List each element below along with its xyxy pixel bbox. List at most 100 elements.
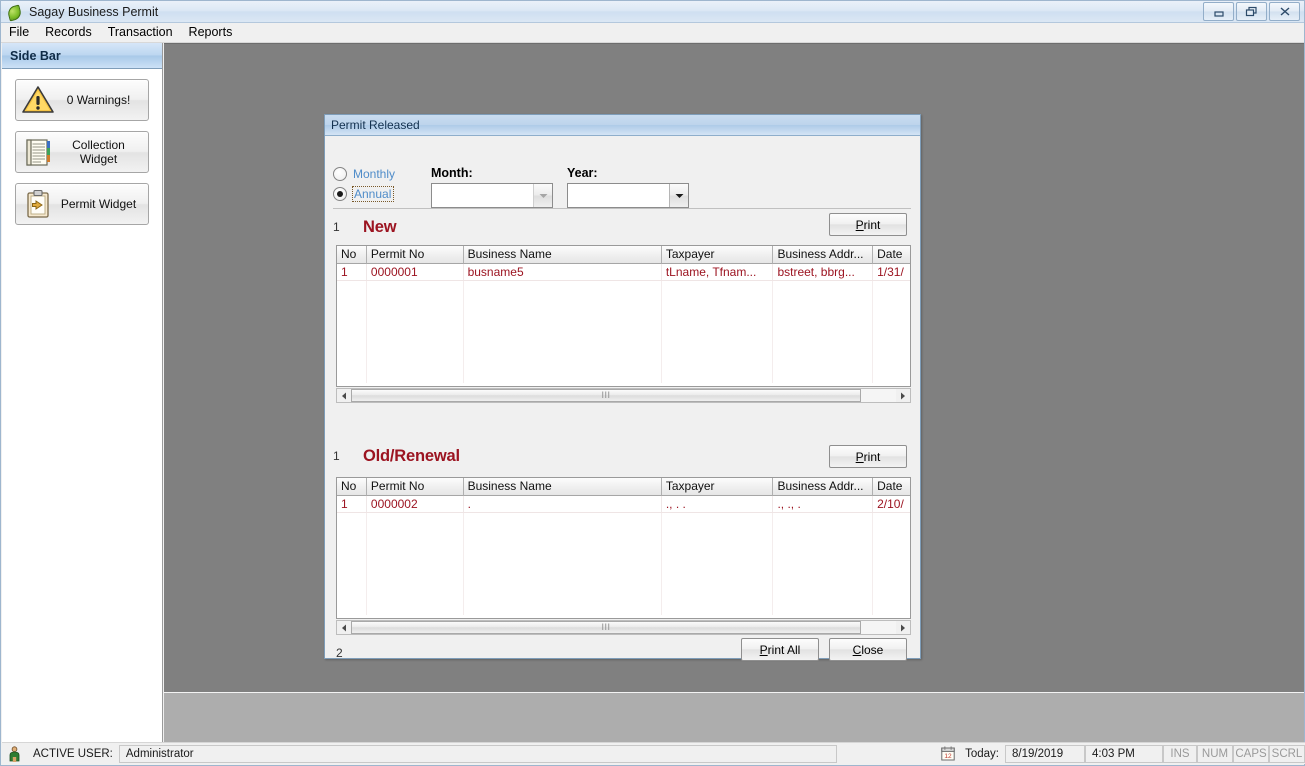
radio-annual-indicator[interactable] <box>333 187 347 201</box>
cell-business-address: bstreet, bbrg... <box>773 264 873 280</box>
hscroll-track[interactable]: III <box>351 389 896 402</box>
today-date: 8/19/2019 <box>1005 745 1085 763</box>
column-header-taxpayer[interactable]: Taxpayer <box>662 246 774 264</box>
table-row[interactable] <box>337 581 910 598</box>
column-header-business-address[interactable]: Business Addr... <box>773 478 873 496</box>
column-header-taxpayer[interactable]: Taxpayer <box>662 478 774 496</box>
column-header-no[interactable]: No <box>337 478 367 496</box>
radio-annual-label: Annual <box>353 187 393 201</box>
menu-bar: File Records Transaction Reports <box>1 23 1304 43</box>
indicator-caps: CAPS <box>1233 745 1269 763</box>
menu-records[interactable]: Records <box>37 23 100 42</box>
print-old-renewal-button[interactable]: Print <box>829 445 907 468</box>
column-header-no[interactable]: No <box>337 246 367 264</box>
column-header-permit-no[interactable]: Permit No <box>367 478 464 496</box>
application-window: Sagay Business Permit File Records Trans… <box>0 0 1305 766</box>
table-row[interactable] <box>337 564 910 581</box>
grid-old-renewal-header: No Permit No Business Name Taxpayer Busi… <box>337 478 910 496</box>
radio-monthly[interactable]: Monthly <box>333 164 443 184</box>
month-label: Month: <box>431 166 553 180</box>
scroll-right-icon[interactable] <box>896 389 910 402</box>
hscroll-thumb[interactable]: III <box>351 621 861 634</box>
notebook-icon <box>21 135 55 169</box>
total-count: 2 <box>336 646 343 660</box>
close-button[interactable] <box>1269 2 1300 21</box>
grid-new-hscrollbar[interactable]: III <box>336 388 911 403</box>
sidebar-item-permit-widget-label: Permit Widget <box>55 197 148 211</box>
print-all-button[interactable]: Print All <box>741 638 819 661</box>
grid-old-renewal[interactable]: No Permit No Business Name Taxpayer Busi… <box>336 477 911 619</box>
sidebar-item-warnings[interactable]: 0 Warnings! <box>15 79 149 121</box>
minimize-button[interactable] <box>1203 2 1234 21</box>
active-user-label: ACTIVE USER: <box>27 745 119 763</box>
table-row[interactable] <box>337 298 910 315</box>
sidebar-item-permit-widget[interactable]: Permit Widget <box>15 183 149 225</box>
sidebar-item-collection-widget[interactable]: Collection Widget <box>15 131 149 173</box>
year-label: Year: <box>567 166 689 180</box>
table-row[interactable]: 1 0000002 . ., . . ., ., . 2/10/ <box>337 496 910 513</box>
divider <box>333 208 911 209</box>
radio-annual[interactable]: Annual <box>333 184 443 204</box>
chevron-down-icon[interactable] <box>533 184 552 207</box>
year-combo[interactable] <box>567 183 689 208</box>
table-row[interactable] <box>337 349 910 366</box>
restore-button[interactable] <box>1236 2 1267 21</box>
year-field: Year: <box>567 166 689 208</box>
column-header-date[interactable]: Date <box>873 478 910 496</box>
table-row[interactable] <box>337 530 910 547</box>
hscroll-thumb[interactable]: III <box>351 389 861 402</box>
table-row[interactable] <box>337 513 910 530</box>
sidebar-item-collection-widget-label: Collection Widget <box>55 138 148 166</box>
scroll-right-icon[interactable] <box>896 621 910 634</box>
column-header-permit-no[interactable]: Permit No <box>367 246 464 264</box>
close-button-dialog[interactable]: Close <box>829 638 907 661</box>
sidebar-item-warnings-label: 0 Warnings! <box>55 93 148 107</box>
cell-no: 1 <box>337 264 367 280</box>
section-old-renewal-header: 1 Old/Renewal <box>333 443 911 469</box>
month-combo[interactable] <box>431 183 553 208</box>
side-bar: Side Bar 0 Warnings! <box>2 43 163 743</box>
table-row[interactable]: 1 0000001 busname5 tLname, Tfnam... bstr… <box>337 264 910 281</box>
window-title: Sagay Business Permit <box>29 5 1203 19</box>
menu-transaction[interactable]: Transaction <box>100 23 181 42</box>
section-old-renewal-title: Old/Renewal <box>363 447 460 466</box>
table-row[interactable] <box>337 598 910 615</box>
table-row[interactable] <box>337 366 910 383</box>
cell-permit-no: 0000002 <box>367 496 464 512</box>
section-new-count: 1 <box>333 220 363 234</box>
leaf-icon <box>6 4 22 20</box>
chevron-down-icon[interactable] <box>669 184 688 207</box>
grid-old-renewal-hscrollbar[interactable]: III <box>336 620 911 635</box>
scroll-left-icon[interactable] <box>337 389 351 402</box>
hscroll-track[interactable]: III <box>351 621 896 634</box>
radio-monthly-indicator[interactable] <box>333 167 347 181</box>
table-row[interactable] <box>337 332 910 349</box>
cell-business-name: busname5 <box>464 264 662 280</box>
menu-file[interactable]: File <box>1 23 37 42</box>
section-new-title: New <box>363 218 396 237</box>
column-header-date[interactable]: Date <box>873 246 910 264</box>
menu-reports[interactable]: Reports <box>181 23 241 42</box>
radio-monthly-label: Monthly <box>353 167 395 181</box>
clipboard-icon <box>21 187 55 221</box>
indicator-num: NUM <box>1197 745 1233 763</box>
table-row[interactable] <box>337 281 910 298</box>
grid-new-header: No Permit No Business Name Taxpayer Busi… <box>337 246 910 264</box>
status-bar: ACTIVE USER: Administrator 12 Today: 8/1… <box>2 742 1305 764</box>
active-user-value: Administrator <box>119 745 837 763</box>
table-row[interactable] <box>337 547 910 564</box>
section-old-renewal-count: 1 <box>333 449 363 463</box>
grid-new[interactable]: No Permit No Business Name Taxpayer Busi… <box>336 245 911 387</box>
table-row[interactable] <box>337 315 910 332</box>
year-combo-value <box>568 184 669 207</box>
print-new-button[interactable]: PPrintrint <box>829 213 907 236</box>
side-bar-header: Side Bar <box>2 43 162 69</box>
column-header-business-address[interactable]: Business Addr... <box>773 246 873 264</box>
permit-released-dialog: Permit Released Monthly Annual Mon <box>324 114 921 659</box>
scroll-left-icon[interactable] <box>337 621 351 634</box>
column-header-business-name[interactable]: Business Name <box>464 246 662 264</box>
column-header-business-name[interactable]: Business Name <box>464 478 662 496</box>
cell-permit-no: 0000001 <box>367 264 464 280</box>
mdi-workspace: Permit Released Monthly Annual Mon <box>164 43 1304 743</box>
cell-business-address: ., ., . <box>773 496 873 512</box>
